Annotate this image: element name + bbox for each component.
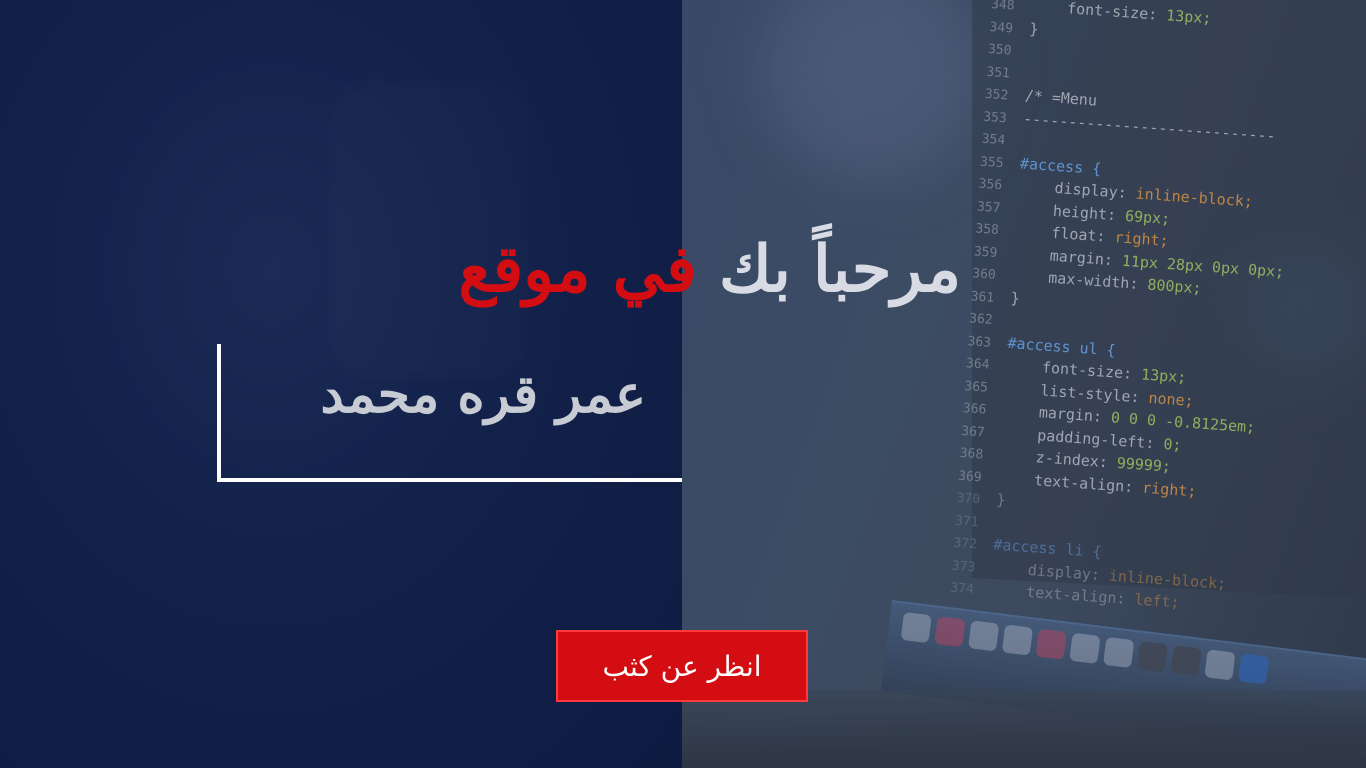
- greeting-text: مرحباً بك: [719, 232, 961, 307]
- look-closer-button[interactable]: انظر عن كثب: [556, 630, 808, 702]
- site-owner-name: عمر قره محمد: [320, 364, 646, 425]
- welcome-headline: مرحباً بك في موقع: [459, 225, 962, 315]
- highlight-text: في موقع: [458, 232, 697, 307]
